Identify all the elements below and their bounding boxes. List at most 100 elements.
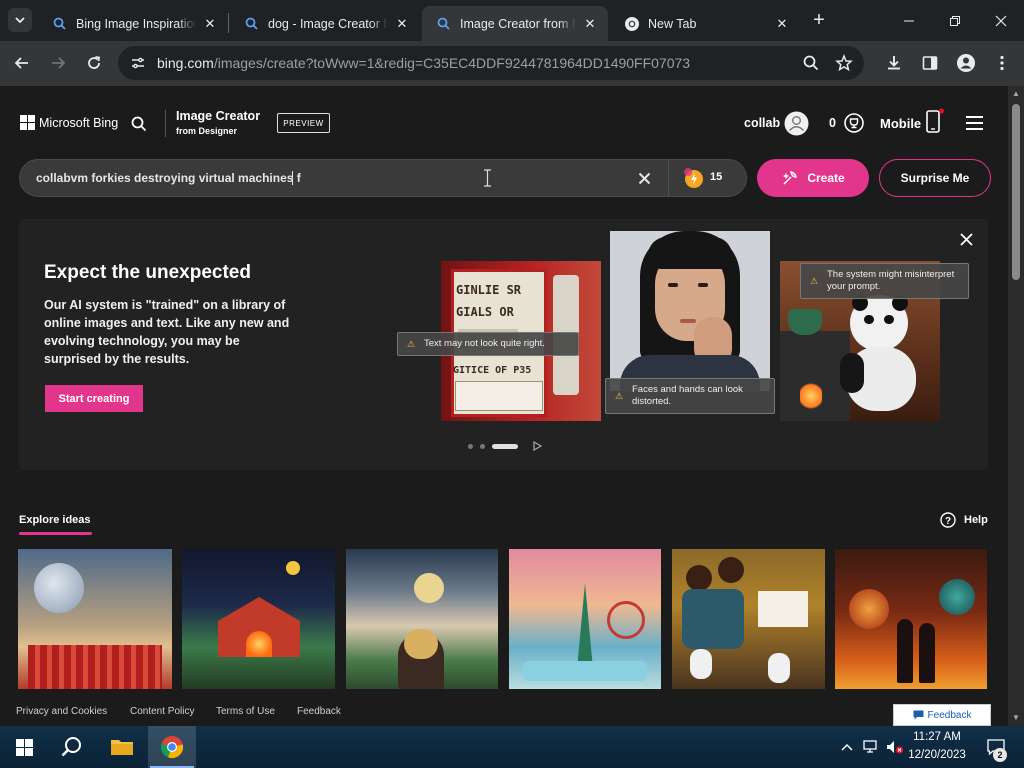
idea-thumbnail[interactable] (346, 549, 498, 689)
carousel-dot-active[interactable] (492, 444, 518, 449)
bookmark-star-icon[interactable] (835, 54, 853, 72)
avatar[interactable] (784, 111, 809, 136)
page-footer: Privacy and Cookies Content Policy Terms… (0, 696, 1008, 726)
plus-icon: + (813, 9, 825, 31)
search-icon (53, 17, 66, 30)
footer-link-content-policy[interactable]: Content Policy (130, 706, 194, 717)
close-icon[interactable] (960, 233, 973, 246)
profile-button[interactable] (952, 49, 980, 77)
chrome-taskbar-button[interactable] (148, 726, 196, 768)
idea-thumbnail[interactable] (182, 549, 335, 689)
product-title: Image Creator (176, 109, 261, 123)
new-tab-button[interactable]: + (808, 9, 830, 31)
site-info-icon[interactable] (130, 55, 146, 71)
minimize-button[interactable] (886, 0, 932, 41)
scroll-up-icon[interactable]: ▲ (1012, 90, 1020, 98)
search-icon[interactable] (131, 116, 147, 132)
warning-text: The system might misinterpret your promp… (827, 269, 955, 292)
file-explorer-button[interactable] (98, 726, 146, 768)
forward-button[interactable] (44, 49, 72, 77)
kebab-menu-icon (1000, 55, 1004, 71)
chevron-down-icon (15, 17, 25, 24)
preview-badge: PREVIEW (277, 113, 330, 133)
surprise-me-button[interactable]: Surprise Me (879, 159, 991, 197)
network-icon (862, 740, 877, 753)
side-panel-button[interactable] (916, 49, 944, 77)
minimize-icon (904, 20, 914, 21)
promo-carousel: Expect the unexpected Our AI system is "… (19, 219, 988, 470)
explore-tab-underline (19, 532, 92, 535)
warning-tooltip: The system might misinterpret your promp… (800, 263, 969, 299)
bing-logo[interactable]: Microsoft Bing (20, 115, 118, 130)
tab-new-tab[interactable]: New Tab ✕ (610, 6, 800, 41)
back-button[interactable] (8, 49, 36, 77)
explore-ideas-tab[interactable]: Explore ideas (19, 514, 91, 526)
start-creating-button[interactable]: Start creating (45, 385, 143, 412)
tab-search-button[interactable] (8, 8, 32, 32)
carousel-dot[interactable] (480, 444, 485, 449)
page-content: Microsoft Bing Image Creator from Design… (0, 86, 1008, 726)
rewards-trophy-icon[interactable] (844, 113, 864, 133)
boost-coin-icon[interactable] (683, 167, 705, 189)
taskbar-search-button[interactable] (48, 726, 96, 768)
feedback-label: Feedback (927, 709, 972, 721)
notification-center-button[interactable]: 2 (976, 726, 1016, 768)
brand-name: Microsoft Bing (39, 115, 119, 130)
scrollbar-thumb[interactable] (1012, 104, 1020, 280)
carousel-dot[interactable] (468, 444, 473, 449)
warning-text: Faces and hands can look distorted. (632, 384, 743, 407)
play-icon[interactable] (533, 441, 542, 451)
idea-thumbnail[interactable] (672, 549, 825, 689)
tab-bing-image-inspiration[interactable]: Bing Image Inspiration ✕ (38, 6, 228, 41)
tab-dog-image-creator[interactable]: dog - Image Creator fr ✕ (230, 6, 420, 41)
clock-date[interactable]: 12/20/2023 (908, 749, 966, 761)
volume-button[interactable] (884, 726, 906, 768)
idea-thumbnail[interactable] (18, 549, 172, 689)
reload-icon (88, 56, 101, 69)
restore-button[interactable] (932, 0, 978, 41)
close-icon[interactable]: ✕ (774, 16, 790, 32)
clear-icon[interactable] (638, 172, 651, 185)
network-button[interactable] (860, 726, 882, 768)
mobile-link[interactable]: Mobile (880, 116, 921, 131)
prompt-input[interactable]: collabvm forkies destroying virtual mach… (19, 159, 747, 197)
sign-line: GITICE OF P35 (453, 365, 532, 376)
arrow-right-icon (52, 57, 66, 69)
footer-link-feedback[interactable]: Feedback (297, 706, 341, 717)
start-button[interactable] (0, 726, 48, 768)
footer-link-terms[interactable]: Terms of Use (216, 706, 275, 717)
tray-overflow-button[interactable] (838, 726, 856, 768)
tab-image-creator-active[interactable]: Image Creator from M ✕ (422, 6, 608, 41)
address-bar[interactable]: bing.com/images/create?toWww=1&redig=C35… (118, 46, 864, 80)
mobile-phone-icon[interactable] (924, 107, 946, 135)
scroll-down-icon[interactable]: ▼ (1012, 714, 1020, 722)
help-link[interactable]: Help (964, 514, 988, 526)
browser-toolbar: bing.com/images/create?toWww=1&redig=C35… (0, 41, 1024, 86)
downloads-button[interactable] (880, 49, 908, 77)
idea-thumbnail[interactable] (835, 549, 987, 689)
create-button[interactable]: Create (757, 159, 869, 197)
rewards-count[interactable]: 0 (829, 116, 836, 130)
close-icon[interactable]: ✕ (202, 16, 218, 32)
footer-link-privacy[interactable]: Privacy and Cookies (16, 706, 107, 717)
feedback-button[interactable]: Feedback (893, 704, 991, 726)
search-divider (668, 160, 669, 196)
help-icon[interactable]: ? (940, 512, 956, 528)
reload-button[interactable] (80, 49, 108, 77)
text-caret (292, 171, 293, 185)
sign-line: GIALS OR (456, 305, 514, 319)
close-icon[interactable]: ✕ (394, 16, 410, 32)
username[interactable]: collab (744, 116, 780, 130)
window-close-button[interactable] (978, 0, 1024, 41)
hamburger-menu-icon[interactable] (965, 115, 984, 131)
warning-text: Text may not look quite right. (424, 338, 545, 349)
url-host: bing.com (157, 55, 214, 71)
page-scrollbar[interactable]: ▲ ▼ (1008, 86, 1024, 726)
create-sparkle-icon (783, 170, 798, 185)
zoom-icon[interactable] (802, 54, 820, 72)
prompt-text: collabvm forkies destroying virtual mach… (36, 171, 301, 185)
chrome-menu-button[interactable] (988, 49, 1016, 77)
clock-time[interactable]: 11:27 AM (908, 731, 966, 743)
idea-thumbnail[interactable] (509, 549, 661, 689)
close-icon[interactable]: ✕ (582, 16, 598, 32)
